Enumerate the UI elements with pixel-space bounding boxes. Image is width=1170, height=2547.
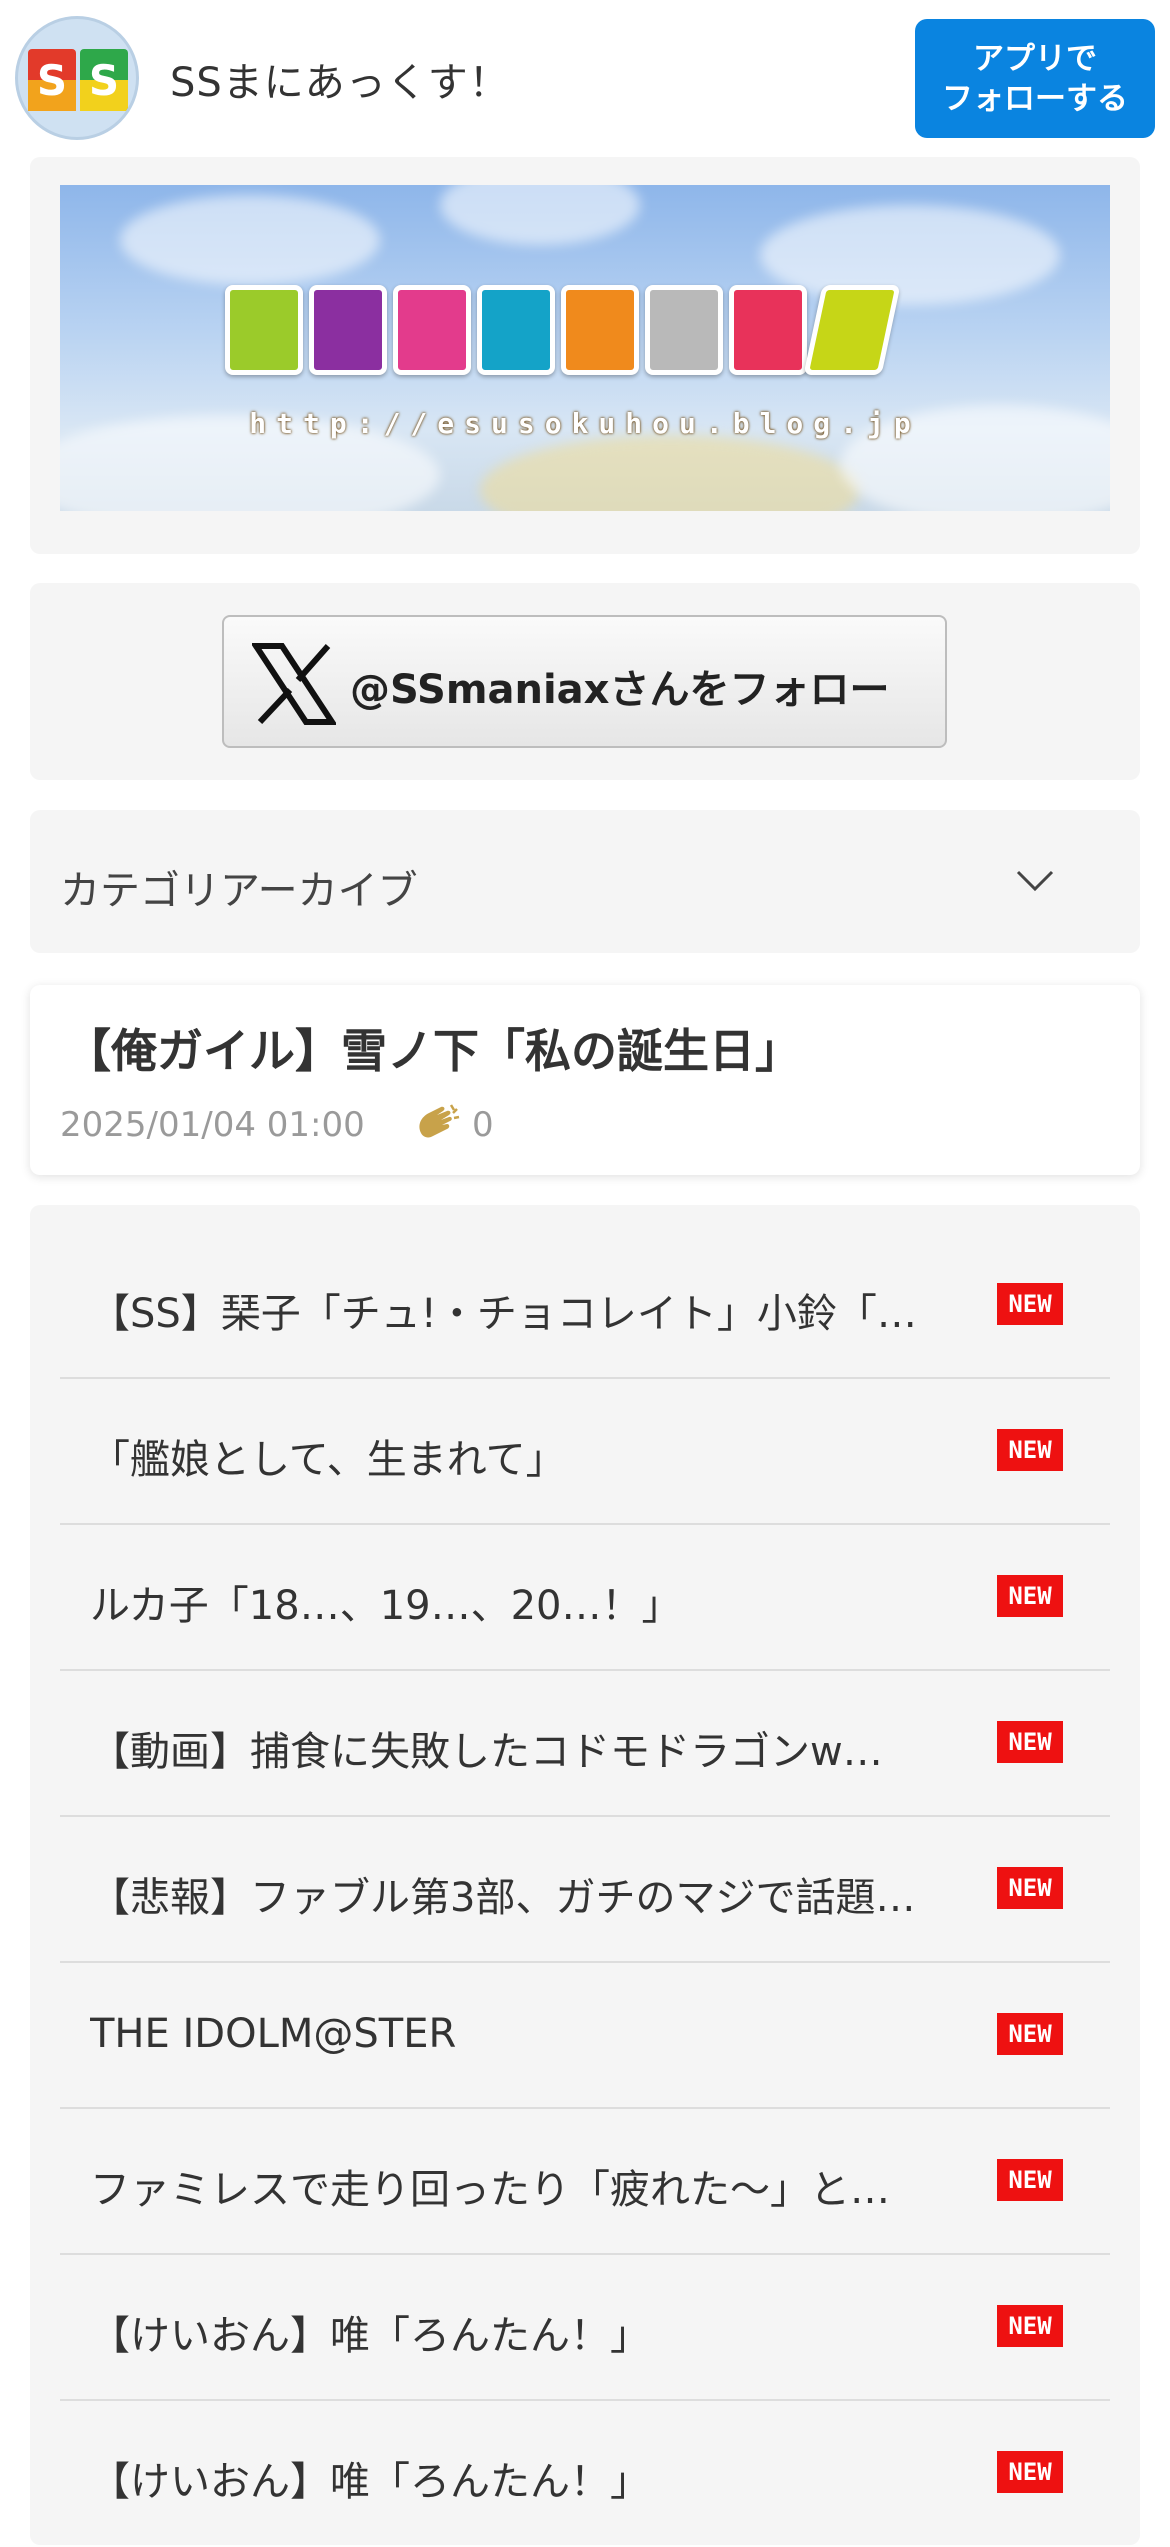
svg-text:S: S [89,56,119,105]
new-badge: NEW [997,1429,1063,1471]
list-item[interactable]: 【けいおん】唯「ろんたん！」 NEW [60,2401,1110,2547]
category-archive-dropdown[interactable]: カテゴリアーカイブ [30,810,1140,953]
follow-app-line2: フォローする [942,80,1128,117]
new-badge: NEW [997,1283,1063,1325]
new-badge: NEW [997,2013,1063,2055]
ss-logo-icon: S S [28,49,128,111]
twitter-follow-card: @SSmaniaxさんをフォロー [30,583,1140,780]
list-item[interactable]: 【悲報】ファブル第3部、ガチのマジで話題… NEW [60,1817,1110,1963]
banner-logo [225,285,901,375]
twitter-follow-label: @SSmaniaxさんをフォロー [350,667,890,713]
list-item[interactable]: ファミレスで走り回ったり「疲れた〜」と… NEW [60,2109,1110,2255]
clapping-hands-icon[interactable] [413,1103,461,1143]
list-item[interactable]: THE IDOLM@STER NEW [60,1963,1110,2109]
new-badge: NEW [997,1575,1063,1617]
list-item-title: 【動画】捕食に失敗したコドモドラゴンw… [90,1729,883,1775]
list-item[interactable]: 【動画】捕食に失敗したコドモドラゴンw… NEW [60,1671,1110,1817]
list-item[interactable]: 【SS】琹子「チュ!・チョコレイト」小鈴「… NEW [60,1233,1110,1379]
list-item-title: ファミレスで走り回ったり「疲れた〜」と… [90,2167,890,2213]
list-item-title: THE IDOLM@STER [90,2011,457,2057]
banner-url: http://esusokuhou.blog.jp [249,407,921,440]
follow-in-app-button[interactable]: アプリで フォローする [915,19,1155,138]
list-item-title: 【SS】琹子「チュ!・チョコレイト」小鈴「… [90,1291,917,1337]
category-archive-label: カテゴリアーカイブ [60,868,418,914]
new-badge: NEW [997,2305,1063,2347]
site-title[interactable]: SSまにあっくす！ [170,50,510,108]
new-badge: NEW [997,2159,1063,2201]
new-badge: NEW [997,1721,1063,1763]
blog-banner[interactable]: http://esusokuhou.blog.jp [60,185,1110,511]
banner-card: http://esusokuhou.blog.jp [30,157,1140,554]
clap-count: 0 [472,1105,494,1145]
x-logo-icon [252,643,336,725]
list-item[interactable]: ルカ子「18…、19…、20…！」 NEW [60,1525,1110,1671]
article-title: 【俺ガイル】雪ノ下「私の誕生日」 [65,1024,801,1078]
list-item-title: 【悲報】ファブル第3部、ガチのマジで話題… [90,1875,916,1921]
article-header: 【俺ガイル】雪ノ下「私の誕生日」 2025/01/04 01:00 0 [30,985,1140,1175]
site-avatar[interactable]: S S [15,16,139,140]
list-item-title: ルカ子「18…、19…、20…！」 [90,1583,682,1629]
list-item-title: 【けいおん】唯「ろんたん！」 [90,2313,650,2359]
site-header: S S SSまにあっくす！ アプリで フォローする [0,0,1170,155]
list-item[interactable]: 【けいおん】唯「ろんたん！」 NEW [60,2255,1110,2401]
chevron-down-icon [1016,870,1054,892]
recent-articles-list: 【SS】琹子「チュ!・チョコレイト」小鈴「… NEW 「艦娘として、生まれて」 … [30,1205,1140,2545]
svg-text:S: S [37,56,67,105]
twitter-follow-button[interactable]: @SSmaniaxさんをフォロー [222,615,947,748]
list-item-title: 「艦娘として、生まれて」 [90,1437,566,1483]
new-badge: NEW [997,1867,1063,1909]
list-item[interactable]: 「艦娘として、生まれて」 NEW [60,1379,1110,1525]
new-badge: NEW [997,2451,1063,2493]
article-date: 2025/01/04 01:00 [60,1105,365,1145]
list-item-title: 【けいおん】唯「ろんたん！」 [90,2459,650,2505]
follow-app-line1: アプリで [973,40,1097,77]
